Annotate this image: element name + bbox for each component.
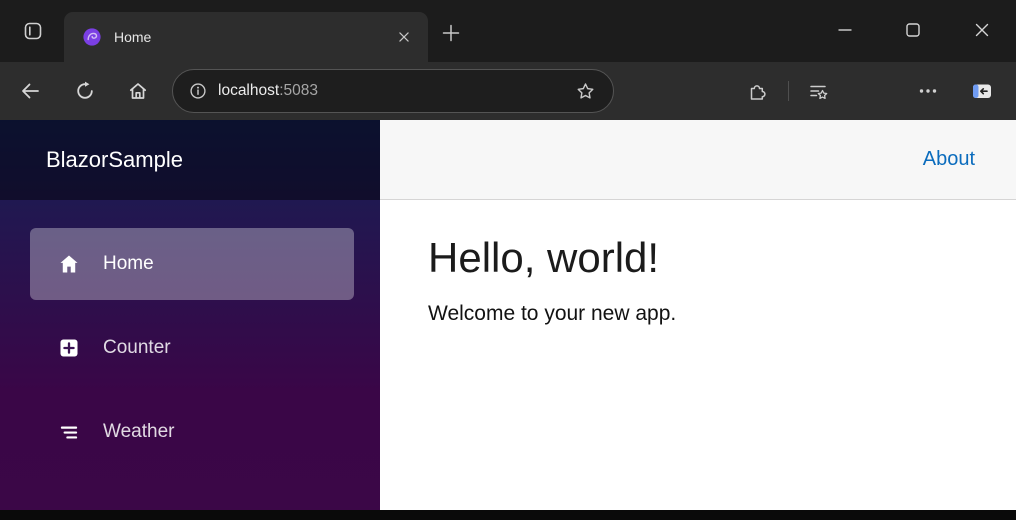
main-content: Hello, world! Welcome to your new app. — [380, 200, 1016, 360]
sidebar-toggle-icon — [973, 84, 991, 98]
ellipsis-icon — [919, 89, 937, 93]
blazor-favicon-icon — [82, 27, 102, 47]
toolbar-separator — [788, 81, 789, 101]
page-viewport: BlazorSample Home Counter Weather About … — [0, 120, 1016, 510]
more-menu-button[interactable] — [906, 71, 950, 111]
favorite-star-button[interactable] — [570, 76, 600, 106]
browser-toolbar: localhost:5083 — [0, 62, 1016, 120]
extensions-puzzle-icon — [750, 85, 766, 100]
refresh-icon — [77, 81, 93, 99]
app-brand[interactable]: BlazorSample — [46, 147, 183, 173]
maximize-icon — [906, 23, 920, 37]
sidebar-item-label: Home — [103, 253, 154, 274]
main-area: About Hello, world! Welcome to your new … — [380, 120, 1016, 510]
minimize-icon — [838, 29, 852, 31]
close-icon — [975, 23, 989, 37]
tab-title: Home — [114, 29, 152, 45]
titlebar: Home — [0, 0, 1016, 62]
site-info-icon[interactable] — [188, 81, 208, 101]
sidebar-item-weather[interactable]: Weather — [30, 396, 354, 468]
new-tab-button[interactable] — [434, 18, 468, 48]
tab-actions-icon — [22, 20, 44, 42]
sidebar-toggle-button[interactable] — [960, 71, 1004, 111]
sidebar-item-home[interactable]: Home — [30, 228, 354, 300]
app-sidebar: BlazorSample Home Counter Weather — [0, 120, 380, 510]
window-minimize-button[interactable] — [824, 10, 866, 50]
home-button[interactable] — [118, 71, 158, 111]
window-bottom-edge — [0, 510, 1016, 520]
home-icon — [129, 83, 147, 99]
url-port: :5083 — [279, 82, 318, 99]
sidebar-item-counter[interactable]: Counter — [30, 312, 354, 384]
about-link[interactable]: About — [923, 148, 975, 171]
brand-row: BlazorSample — [0, 120, 380, 200]
welcome-text: Welcome to your new app. — [428, 302, 677, 325]
back-button[interactable] — [10, 71, 50, 111]
back-arrow-icon — [22, 83, 39, 99]
plus-icon — [442, 24, 460, 42]
sidebar-item-label: Weather — [103, 421, 175, 442]
close-icon — [399, 32, 409, 42]
extensions-button[interactable] — [736, 71, 780, 111]
house-icon — [57, 252, 81, 276]
main-top-row: About — [380, 120, 1016, 200]
tab-close-button[interactable] — [390, 23, 418, 51]
url-text: localhost:5083 — [218, 82, 570, 100]
browser-tab[interactable]: Home — [64, 12, 428, 62]
favorites-hub-icon — [810, 85, 828, 100]
window-close-button[interactable] — [961, 10, 1003, 50]
tab-actions-menu-button[interactable] — [14, 13, 52, 49]
url-host: localhost — [218, 82, 280, 99]
list-icon — [57, 420, 81, 444]
browser-window: Home localhost:5083 BlazorSample Home Co… — [0, 0, 1016, 520]
sidebar-nav: Home Counter Weather — [0, 200, 380, 468]
favorites-hub-button[interactable] — [796, 71, 840, 111]
plus-square-icon — [57, 336, 81, 360]
address-bar[interactable]: localhost:5083 — [172, 69, 614, 113]
star-icon — [577, 82, 593, 99]
refresh-button[interactable] — [65, 71, 105, 111]
sidebar-item-label: Counter — [103, 337, 171, 358]
page-title: Hello, world! — [428, 234, 660, 281]
window-maximize-button[interactable] — [892, 10, 934, 50]
